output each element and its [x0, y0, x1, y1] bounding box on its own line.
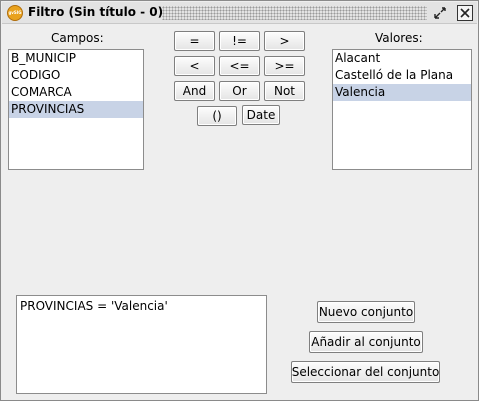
valores-label: Valores:	[375, 31, 423, 45]
not-equals-button[interactable]: !=	[219, 31, 260, 51]
campos-item-selected[interactable]: PROVINCIAS	[9, 101, 143, 118]
valores-list[interactable]: Alacant Castelló de la Plana Valencia	[332, 49, 472, 170]
minimize-icon[interactable]	[432, 5, 448, 21]
close-icon[interactable]	[457, 5, 473, 21]
not-button[interactable]: Not	[264, 81, 305, 101]
valores-item[interactable]: Castelló de la Plana	[333, 67, 471, 84]
and-button[interactable]: And	[174, 81, 215, 101]
campos-item[interactable]: CODIGO	[9, 67, 143, 84]
equals-button[interactable]: =	[174, 31, 215, 51]
filter-expression-textarea[interactable]: PROVINCIAS = 'Valencia'	[16, 295, 267, 394]
campos-item[interactable]: B_MUNICIP	[9, 50, 143, 67]
campos-item[interactable]: COMARCA	[9, 84, 143, 101]
gvsig-app-icon: gvSIG	[7, 5, 23, 21]
or-button[interactable]: Or	[219, 81, 260, 101]
window-title: Filtro (Sin título - 0)	[28, 5, 164, 19]
less-than-button[interactable]: <	[174, 56, 215, 76]
less-equal-button[interactable]: <=	[219, 56, 260, 76]
filter-dialog-window: gvSIG Filtro (Sin título - 0) Campos: B_…	[0, 0, 479, 401]
new-set-button[interactable]: Nuevo conjunto	[317, 301, 415, 323]
valores-item[interactable]: Alacant	[333, 50, 471, 67]
campos-label: Campos:	[51, 31, 104, 45]
greater-equal-button[interactable]: >=	[264, 56, 305, 76]
greater-than-button[interactable]: >	[264, 31, 305, 51]
select-from-set-button[interactable]: Seleccionar del conjunto	[291, 361, 440, 383]
valores-item-selected[interactable]: Valencia	[333, 84, 471, 101]
date-button[interactable]: Date	[242, 105, 280, 125]
title-bar[interactable]: gvSIG Filtro (Sin título - 0)	[2, 2, 477, 24]
title-bar-grip	[162, 6, 427, 20]
campos-list[interactable]: B_MUNICIP CODIGO COMARCA PROVINCIAS	[8, 49, 144, 170]
add-to-set-button[interactable]: Añadir al conjunto	[309, 331, 423, 353]
parentheses-button[interactable]: ()	[197, 106, 237, 126]
